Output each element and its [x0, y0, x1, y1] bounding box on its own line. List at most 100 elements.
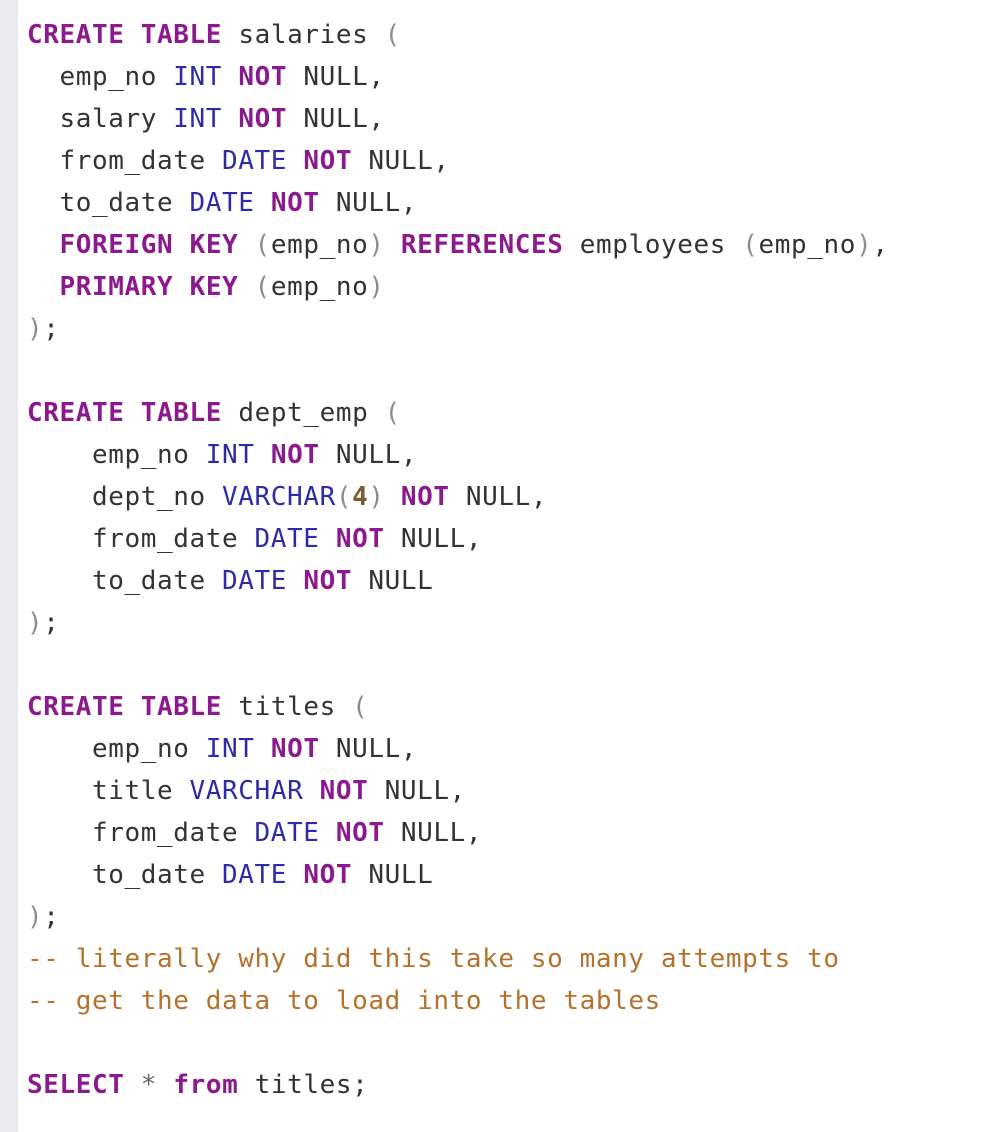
code-line[interactable]: CREATE TABLE dept_emp ( — [27, 392, 992, 434]
sql-keyword: NOT — [303, 566, 353, 596]
sql-keyword: NOT — [303, 146, 353, 176]
sql-type: DATE — [189, 188, 255, 218]
code-line[interactable]: PRIMARY KEY (emp_no) — [27, 266, 992, 308]
code-line[interactable]: from_date DATE NOT NULL, — [27, 812, 992, 854]
sql-keyword: NOT — [270, 734, 320, 764]
code-line[interactable]: SELECT * from titles; — [27, 1064, 992, 1106]
code-line[interactable]: CREATE TABLE salaries ( — [27, 14, 992, 56]
sql-punctuation: ( — [335, 482, 353, 512]
sql-type: DATE — [222, 860, 288, 890]
sql-text: emp_no — [27, 440, 206, 470]
sql-keyword: NOT — [400, 482, 450, 512]
code-line[interactable]: emp_no INT NOT NULL, — [27, 56, 992, 98]
sql-text: to_date — [27, 188, 190, 218]
code-line[interactable]: CREATE TABLE titles ( — [27, 686, 992, 728]
code-line[interactable]: from_date DATE NOT NULL, — [27, 518, 992, 560]
sql-text: NULL — [352, 860, 434, 890]
sql-type: DATE — [254, 524, 320, 554]
code-line[interactable]: to_date DATE NOT NULL — [27, 854, 992, 896]
sql-type: INT — [205, 734, 255, 764]
sql-type: INT — [173, 62, 223, 92]
sql-type: INT — [173, 104, 223, 134]
sql-text: NULL, — [319, 188, 418, 218]
sql-text: ; — [43, 608, 60, 638]
sql-type: DATE — [222, 566, 288, 596]
sql-text: NULL, — [384, 524, 483, 554]
sql-text: employees — [563, 230, 743, 260]
sql-text: NULL, — [449, 482, 548, 512]
sql-keyword: NOT — [238, 104, 288, 134]
code-line[interactable] — [27, 644, 992, 686]
sql-punctuation: ( — [352, 692, 369, 722]
code-line[interactable] — [27, 350, 992, 392]
sql-punctuation: ( — [254, 230, 271, 260]
sql-text: NULL, — [287, 62, 385, 92]
sql-keyword: PRIMARY — [59, 272, 174, 302]
sql-text: salaries — [222, 20, 385, 50]
code-line[interactable]: salary INT NOT NULL, — [27, 98, 992, 140]
sql-text: to_date — [27, 860, 223, 890]
code-line[interactable]: to_date DATE NOT NULL — [27, 560, 992, 602]
code-line[interactable]: -- literally why did this take so many a… — [27, 938, 992, 980]
code-line[interactable]: FOREIGN KEY (emp_no) REFERENCES employee… — [27, 224, 992, 266]
code-line[interactable]: emp_no INT NOT NULL, — [27, 728, 992, 770]
sql-keyword: SELECT — [27, 1070, 125, 1100]
sql-punctuation: ) — [368, 230, 385, 260]
code-line[interactable]: emp_no INT NOT NULL, — [27, 434, 992, 476]
editor-gutter — [0, 0, 18, 1132]
sql-keyword: NOT — [319, 776, 369, 806]
sql-text: NULL, — [287, 104, 385, 134]
code-line[interactable]: ); — [27, 602, 992, 644]
sql-text: NULL, — [384, 818, 483, 848]
sql-type: DATE — [254, 818, 320, 848]
sql-text: from_date — [27, 524, 255, 554]
code-line[interactable]: -- get the data to load into the tables — [27, 980, 992, 1022]
sql-text: to_date — [27, 566, 223, 596]
sql-punctuation: ) — [368, 482, 385, 512]
sql-punctuation: ) — [27, 902, 44, 932]
sql-keyword: NOT — [303, 860, 353, 890]
sql-type: VARCHAR — [189, 776, 304, 806]
sql-punctuation: ) — [27, 608, 44, 638]
sql-type: VARCHAR — [222, 482, 336, 512]
sql-text: emp_no — [270, 230, 369, 260]
sql-keyword: NOT — [270, 188, 320, 218]
sql-text: NULL, — [319, 440, 418, 470]
code-line[interactable]: from_date DATE NOT NULL, — [27, 140, 992, 182]
sql-punctuation: ( — [384, 398, 401, 428]
sql-keyword: from — [173, 1070, 239, 1100]
code-line[interactable]: title VARCHAR NOT NULL, — [27, 770, 992, 812]
code-line[interactable] — [27, 1022, 992, 1064]
code-line[interactable]: ); — [27, 308, 992, 350]
sql-punctuation: ) — [368, 272, 385, 302]
sql-text: , — [872, 230, 889, 260]
sql-punctuation: ( — [254, 272, 271, 302]
sql-keyword: NOT — [335, 524, 385, 554]
sql-code-editor[interactable]: CREATE TABLE salaries ( emp_no INT NOT N… — [27, 14, 992, 1106]
code-line[interactable]: ); — [27, 896, 992, 938]
code-line[interactable]: dept_no VARCHAR(4) NOT NULL, — [27, 476, 992, 518]
sql-number: 4 — [352, 482, 369, 512]
sql-text: emp_no — [27, 62, 174, 92]
code-line[interactable]: to_date DATE NOT NULL, — [27, 182, 992, 224]
sql-keyword: CREATE — [27, 398, 125, 428]
sql-keyword: KEY — [189, 272, 239, 302]
sql-keyword: TABLE — [140, 398, 223, 428]
sql-text: NULL, — [319, 734, 418, 764]
sql-keyword: NOT — [270, 440, 320, 470]
sql-keyword: KEY — [189, 230, 239, 260]
sql-text: title — [27, 776, 190, 806]
sql-keyword: CREATE — [27, 692, 125, 722]
